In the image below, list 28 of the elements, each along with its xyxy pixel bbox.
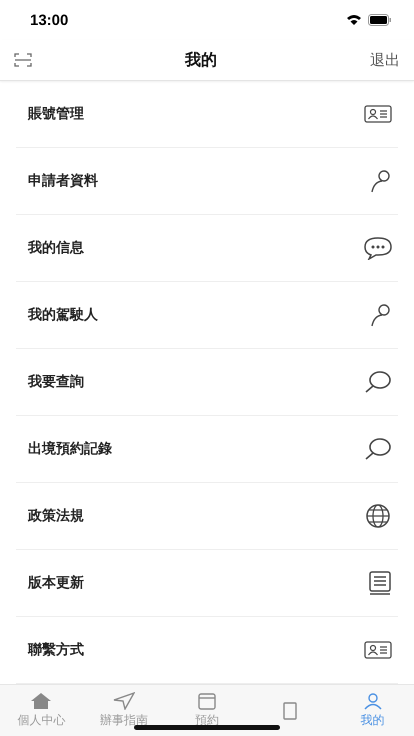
document-icon xyxy=(368,571,392,595)
id-card-icon xyxy=(364,641,392,659)
person-icon xyxy=(370,169,392,193)
menu-item[interactable]: 政策法規 xyxy=(28,507,84,525)
send-icon xyxy=(113,692,136,710)
id-card-icon xyxy=(364,105,392,123)
menu-item[interactable]: 我的駕駛人 xyxy=(28,306,98,324)
menu-item[interactable]: 我要查詢 xyxy=(28,373,84,391)
home-icon xyxy=(30,692,52,710)
menu-item[interactable]: 聯繫方式 xyxy=(28,641,84,659)
scan-icon[interactable] xyxy=(14,53,32,67)
calendar-icon xyxy=(196,692,218,710)
menu-item[interactable]: 申請者資料 xyxy=(28,172,98,190)
menu-item[interactable]: 賬號管理 xyxy=(28,105,84,123)
wifi-icon xyxy=(346,14,362,26)
person-icon xyxy=(370,303,392,327)
logout-button[interactable]: 退出 xyxy=(370,50,400,70)
chat-bubble-icon xyxy=(364,236,392,260)
status-time: 13:00 xyxy=(30,12,68,28)
menu-item[interactable]: 我的信息 xyxy=(28,239,84,257)
globe-icon xyxy=(364,504,392,528)
menu-item[interactable]: 出境預約記錄 xyxy=(28,440,112,458)
menu-item[interactable]: 版本更新 xyxy=(28,574,84,592)
person-icon xyxy=(362,692,384,710)
page-title: 我的 xyxy=(185,50,217,70)
battery-icon xyxy=(368,14,392,26)
search-icon xyxy=(364,437,392,461)
search-icon xyxy=(364,370,392,394)
